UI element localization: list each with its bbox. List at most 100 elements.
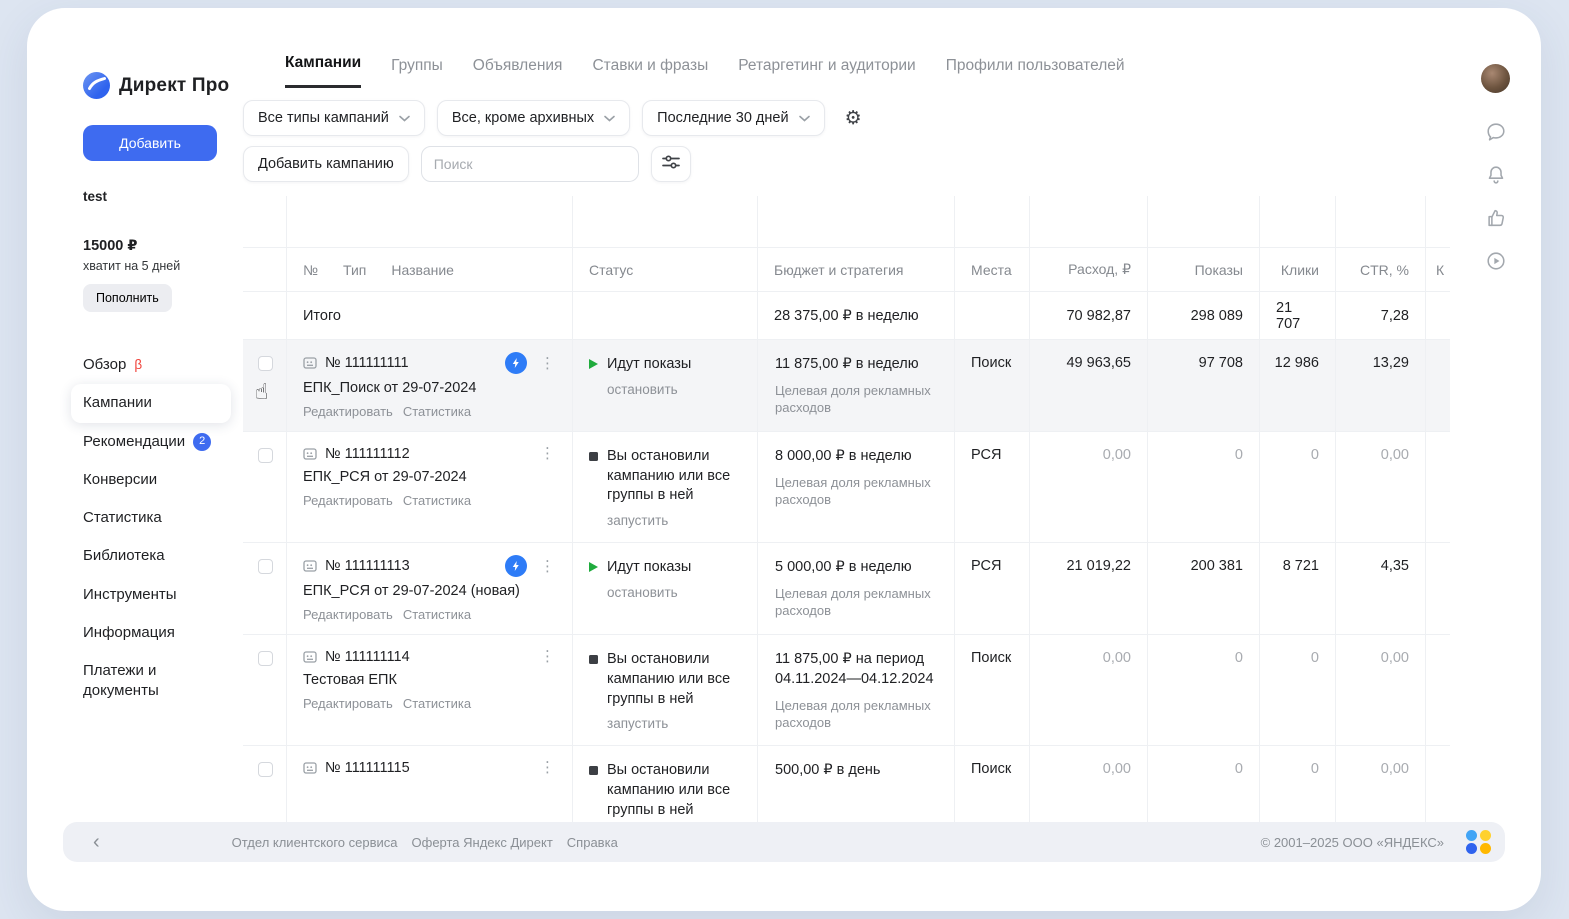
total-spend: 70 982,87 [1030,292,1148,339]
spend-value: 0,00 [1030,635,1148,745]
archive-filter-dropdown[interactable]: Все, кроме архивных [437,100,630,136]
topup-button[interactable]: Пополнить [83,284,172,312]
campaign-number[interactable]: № 111111111 [325,355,409,371]
tab-retargeting[interactable]: Ретаргетинг и аудитории [738,57,915,88]
chevron-down-icon [604,115,615,122]
settings-gear-icon[interactable]: ⚙ [845,109,862,128]
col-header-type[interactable]: Тип [343,262,366,278]
sidebar-item-overview[interactable]: Обзор β [71,346,231,384]
kebab-menu-icon[interactable]: ⋮ [535,354,560,373]
row-checkbox[interactable] [258,651,273,666]
add-button[interactable]: Добавить [83,125,217,161]
spend-value: 21 019,22 [1030,543,1148,634]
count-badge: 2 [193,433,211,451]
edit-link[interactable]: Редактировать [303,493,393,508]
sidebar-item-library[interactable]: Библиотека [71,537,231,575]
stats-link[interactable]: Статистика [403,493,471,508]
tab-bids[interactable]: Ставки и фразы [592,57,708,88]
campaign-number[interactable]: № 111111112 [325,446,410,462]
campaign-name[interactable]: ЕПК_Поиск от 29-07-2024 [303,380,560,396]
col-header-places[interactable]: Места [971,262,1012,278]
sidebar-item-conversions[interactable]: Конверсии [71,461,231,499]
row-checkbox[interactable] [258,356,273,371]
table-spacer-row [243,196,1450,248]
campaign-number[interactable]: № 111111114 [325,649,410,665]
impressions-value: 0 [1148,432,1260,542]
stats-link[interactable]: Статистика [403,404,471,419]
boost-lightning-icon[interactable] [505,352,527,374]
stats-link[interactable]: Статистика [403,607,471,622]
tab-user-profiles[interactable]: Профили пользователей [946,57,1125,88]
search-input[interactable] [421,146,639,182]
status-text: Вы остановили кампанию или все группы в … [607,447,743,506]
campaign-number[interactable]: № 111111113 [325,558,410,574]
sidebar-item-information[interactable]: Информация [71,614,231,652]
tab-campaigns[interactable]: Кампании [285,54,361,88]
spend-value: 49 963,65 [1030,340,1148,431]
col-header-name[interactable]: Название [391,262,454,278]
sidebar-item-statistics[interactable]: Статистика [71,499,231,537]
stop-action-link[interactable]: остановить [607,382,691,397]
play-circle-icon[interactable] [1483,248,1509,274]
campaigns-table: № Тип Название Статус Бюджет и стратегия… [243,196,1450,911]
kebab-menu-icon[interactable]: ⋮ [535,647,560,666]
sidebar-item-payments[interactable]: Платежи и документы [71,652,231,711]
campaign-name[interactable]: ЕПК_РСЯ от 29-07-2024 [303,469,560,485]
edit-link[interactable]: Редактировать [303,607,393,622]
account-name[interactable]: test [83,189,233,204]
boost-lightning-icon[interactable] [505,555,527,577]
col-header-extra[interactable]: К [1436,262,1444,278]
dropdown-label: Все типы кампаний [258,110,389,126]
strategy-label: Целевая доля рекламных расходов [775,585,938,619]
footer-link-support[interactable]: Отдел клиентского сервиса [232,835,398,850]
places-value: Поиск [955,340,1030,431]
row-checkbox[interactable] [258,559,273,574]
add-campaign-button[interactable]: Добавить кампанию [243,146,409,182]
chat-icon[interactable] [1483,119,1509,145]
yandex-services-icons[interactable] [1466,830,1492,854]
col-header-spend[interactable]: Расход, ₽ [1068,261,1131,278]
user-avatar[interactable] [1481,64,1510,93]
campaign-name[interactable]: Тестовая ЕПК [303,672,560,688]
stats-link[interactable]: Статистика [403,696,471,711]
stop-action-link[interactable]: остановить [607,585,691,600]
sidebar-item-recommendations[interactable]: Рекомендации 2 [71,423,231,461]
sliders-icon [662,154,680,174]
col-header-ctr[interactable]: CTR, % [1360,262,1409,278]
campaign-type-dropdown[interactable]: Все типы кампаний [243,100,425,136]
campaign-number[interactable]: № 111111115 [325,760,410,776]
thumbs-up-icon[interactable] [1483,205,1509,231]
start-action-link[interactable]: запустить [607,513,743,528]
campaign-name[interactable]: ЕПК_РСЯ от 29-07-2024 (новая) [303,583,560,599]
table-row: № 111111111 ⋮ ЕПК_Поиск от 29-07-2024 Ре… [243,340,1450,432]
filters-row-2: Добавить кампанию [243,146,1450,182]
footer-link-help[interactable]: Справка [567,835,618,850]
bell-icon[interactable] [1483,162,1509,188]
edit-link[interactable]: Редактировать [303,404,393,419]
campaign-type-icon [303,761,317,775]
period-dropdown[interactable]: Последние 30 дней [642,100,824,136]
col-header-status[interactable]: Статус [589,262,633,278]
chevron-down-icon [399,115,410,122]
tab-ads[interactable]: Объявления [473,57,563,88]
tab-groups[interactable]: Группы [391,57,443,88]
app-window: Директ Про Добавить test 15000 ₽ хватит … [27,8,1541,911]
sidebar-item-campaigns[interactable]: Кампании [71,384,231,422]
footer-link-offer[interactable]: Оферта Яндекс Директ [412,835,553,850]
start-action-link[interactable]: запустить [607,716,743,731]
filter-sliders-button[interactable] [651,146,691,182]
kebab-menu-icon[interactable]: ⋮ [535,557,560,576]
row-checkbox[interactable] [258,762,273,777]
edit-link[interactable]: Редактировать [303,696,393,711]
col-header-clicks[interactable]: Клики [1281,262,1319,278]
kebab-menu-icon[interactable]: ⋮ [535,444,560,463]
collapse-sidebar-icon[interactable]: ‹ [93,832,100,852]
col-header-budget[interactable]: Бюджет и стратегия [774,262,903,278]
campaign-type-icon [303,559,317,573]
kebab-menu-icon[interactable]: ⋮ [535,758,560,777]
sidebar-item-tools[interactable]: Инструменты [71,576,231,614]
col-header-impressions[interactable]: Показы [1195,262,1243,278]
col-header-number[interactable]: № [303,262,318,278]
row-checkbox[interactable] [258,448,273,463]
sidebar-nav: Обзор β Кампании Рекомендации 2 Конверси… [71,346,231,711]
